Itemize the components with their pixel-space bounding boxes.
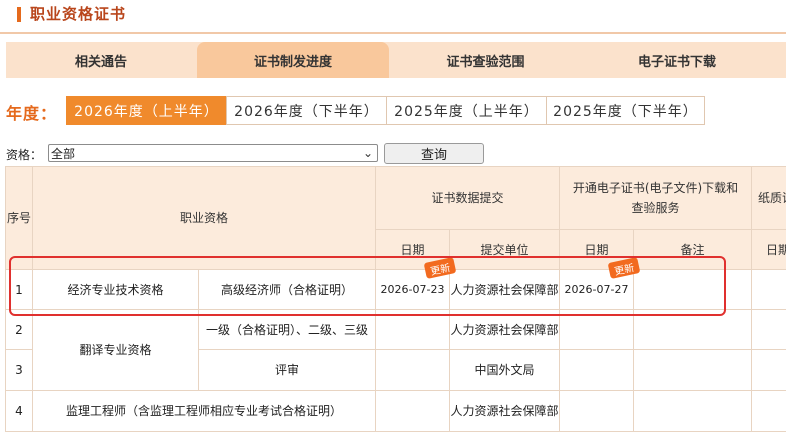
year-option-2025-first-half[interactable]: 2025年度（上半年）	[386, 96, 547, 125]
row1-level: 高级经济师（合格证明）	[199, 270, 376, 310]
row4-remark	[634, 391, 752, 432]
title-accent-mark	[17, 7, 21, 22]
tab-bar: 相关通告 证书制发进度 证书查验范围 电子证书下载	[6, 42, 786, 78]
row2-submit-date	[376, 310, 450, 350]
tab-verification-scope[interactable]: 证书查验范围	[389, 42, 582, 78]
row4-submit-date	[376, 391, 450, 432]
tab-issuance-progress[interactable]: 证书制发进度	[197, 42, 389, 78]
title-divider	[0, 32, 786, 34]
row1-index: 1	[6, 270, 33, 310]
header-paper: 纸质证	[752, 167, 786, 230]
header-paper-date: 日期	[752, 230, 786, 270]
year-option-2026-first-half[interactable]: 2026年度（上半年）	[66, 96, 227, 125]
progress-table: 序号 职业资格 证书数据提交 开通电子证书(电子文件)下载和查验服务 纸质证 日…	[5, 166, 786, 432]
header-qualification: 职业资格	[33, 167, 376, 270]
row4-submit-unit: 人力资源社会保障部	[450, 391, 560, 432]
row2-submit-unit: 人力资源社会保障部	[450, 310, 560, 350]
qualification-label: 资格：	[6, 148, 43, 162]
row2-level: 一级（合格证明）、二级、三级	[199, 310, 376, 350]
row2-index: 2	[6, 310, 33, 350]
row2-electronic-date	[560, 310, 634, 350]
row1-remark	[634, 270, 752, 310]
header-remark: 备注	[634, 230, 752, 270]
row3-submit-date	[376, 350, 450, 391]
tab-e-certificate-download[interactable]: 电子证书下载	[582, 42, 772, 78]
row4-index: 4	[6, 391, 33, 432]
header-index: 序号	[6, 167, 33, 270]
row3-level: 评审	[199, 350, 376, 391]
row1-category: 经济专业技术资格	[33, 270, 199, 310]
row2-remark	[634, 310, 752, 350]
row4-paper-date	[752, 391, 786, 432]
header-submit-unit: 提交单位	[450, 230, 560, 270]
row4-electronic-date	[560, 391, 634, 432]
row3-index: 3	[6, 350, 33, 391]
row2-paper-date	[752, 310, 786, 350]
year-option-2025-second-half[interactable]: 2025年度（下半年）	[546, 96, 705, 125]
row1-submit-unit: 人力资源社会保障部	[450, 270, 560, 310]
row3-paper-date	[752, 350, 786, 391]
year-selector: 年度： 2026年度（上半年） 2026年度（下半年） 2025年度（上半年） …	[0, 96, 786, 125]
year-label: 年度：	[6, 104, 58, 123]
qualification-filter: 资格： 全部 ⌄ 查询	[0, 142, 786, 164]
chevron-down-icon: ⌄	[362, 146, 373, 160]
header-submission: 证书数据提交	[376, 167, 560, 230]
row2-category: 翻译专业资格	[33, 310, 199, 391]
qualification-select[interactable]: 全部 ⌄	[48, 144, 378, 162]
page-title: 职业资格证书	[30, 5, 127, 23]
row4-category: 监理工程师（含监理工程师相应专业考试合格证明）	[33, 391, 376, 432]
row3-electronic-date	[560, 350, 634, 391]
row3-submit-unit: 中国外文局	[450, 350, 560, 391]
qualification-select-value: 全部	[51, 146, 76, 161]
row1-paper-date	[752, 270, 786, 310]
title-bar: 职业资格证书	[0, 0, 786, 30]
row3-remark	[634, 350, 752, 391]
query-button[interactable]: 查询	[384, 143, 484, 164]
year-option-2026-second-half[interactable]: 2026年度（下半年）	[226, 96, 387, 125]
tab-announcements[interactable]: 相关通告	[6, 42, 196, 78]
header-electronic-service: 开通电子证书(电子文件)下载和查验服务	[560, 167, 752, 230]
